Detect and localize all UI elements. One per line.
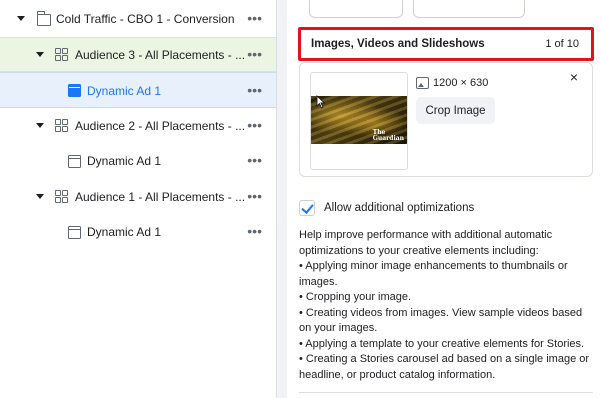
ad-label: Dynamic Ad 1 xyxy=(87,154,162,168)
ad-icon xyxy=(68,84,81,97)
folder-icon xyxy=(36,11,51,26)
optimizations-description: Help improve performance with additional… xyxy=(299,228,595,383)
cursor-icon xyxy=(316,95,326,109)
more-dots-icon[interactable]: ••• xyxy=(247,224,262,238)
optimizations-checkbox[interactable] xyxy=(299,200,315,216)
ad-icon xyxy=(68,226,81,239)
ad-icon xyxy=(68,155,81,168)
adset-label: Audience 3 - All Placements - ... xyxy=(75,48,245,62)
campaign-label: Cold Traffic - CBO 1 - Conversion xyxy=(56,12,235,26)
more-dots-icon[interactable]: ••• xyxy=(247,47,262,61)
tree-row-ad[interactable]: Dynamic Ad 1 ••• xyxy=(0,143,276,178)
tree-row-ad-selected[interactable]: Dynamic Ad 1 ••• xyxy=(0,72,276,108)
grid-icon xyxy=(55,119,68,132)
media-count: 1 of 10 xyxy=(545,38,579,50)
adset-label: Audience 1 - All Placements - ... xyxy=(75,190,245,204)
tree-row-adset-1[interactable]: Audience 1 - All Placements - ... ••• xyxy=(0,179,276,214)
caret-down-icon[interactable] xyxy=(36,52,44,57)
crop-image-button[interactable]: Crop Image xyxy=(416,97,495,124)
caret-down-icon[interactable] xyxy=(36,194,44,199)
bullet-item: • Creating a Stories carousel ad based o… xyxy=(299,353,590,381)
partial-control[interactable] xyxy=(309,0,403,18)
grid-icon xyxy=(55,190,68,203)
media-thumbnail[interactable]: The Guardian xyxy=(310,72,408,170)
close-icon[interactable]: × xyxy=(570,70,578,84)
tree-row-adset-2[interactable]: Audience 2 - All Placements - ... ••• xyxy=(0,108,276,143)
dimensions-text: 1200 × 630 xyxy=(433,77,489,89)
guardian-logo: The Guardian xyxy=(372,129,404,142)
tree-row-ad[interactable]: Dynamic Ad 1 ••• xyxy=(0,214,276,249)
media-card: The Guardian 1200 × 630 Crop Image × xyxy=(299,62,593,177)
caret-down-icon[interactable] xyxy=(36,123,44,128)
media-section-header[interactable]: Images, Videos and Slideshows 1 of 10 xyxy=(298,27,594,61)
grid-icon xyxy=(55,48,68,61)
bullet-item: • Creating videos from images. View samp… xyxy=(299,306,583,335)
section-title: Images, Videos and Slideshows xyxy=(311,38,485,50)
tree-row-campaign[interactable]: Cold Traffic - CBO 1 - Conversion ••• xyxy=(0,1,276,36)
campaign-tree: Cold Traffic - CBO 1 - Conversion ••• Au… xyxy=(0,0,277,398)
adset-label: Audience 2 - All Placements - ... xyxy=(75,119,245,133)
ad-label: Dynamic Ad 1 xyxy=(87,84,162,98)
ad-label: Dynamic Ad 1 xyxy=(87,225,162,239)
more-dots-icon[interactable]: ••• xyxy=(247,189,262,203)
optimizations-toggle-row[interactable]: Allow additional optimizations xyxy=(299,200,474,216)
more-dots-icon[interactable]: ••• xyxy=(247,11,262,25)
optimizations-label: Allow additional optimizations xyxy=(324,202,475,214)
more-dots-icon[interactable]: ••• xyxy=(247,153,262,167)
top-controls-partial xyxy=(309,0,579,18)
image-icon xyxy=(416,77,429,89)
bullet-item: • Applying a template to your creative e… xyxy=(299,337,585,350)
tree-row-adset-3[interactable]: Audience 3 - All Placements - ... ••• xyxy=(0,37,276,72)
bullet-item: • Applying minor image enhancements to t… xyxy=(299,260,568,288)
image-dimensions: 1200 × 630 xyxy=(416,77,488,89)
description-intro: Help improve performance with additional… xyxy=(299,229,553,257)
more-dots-icon[interactable]: ••• xyxy=(247,83,262,97)
more-dots-icon[interactable]: ••• xyxy=(247,118,262,132)
partial-control[interactable] xyxy=(413,0,525,18)
bullet-item: • Cropping your image. xyxy=(299,291,412,303)
panel-divider[interactable] xyxy=(277,0,287,398)
caret-down-icon[interactable] xyxy=(17,16,25,21)
divider xyxy=(299,392,593,393)
